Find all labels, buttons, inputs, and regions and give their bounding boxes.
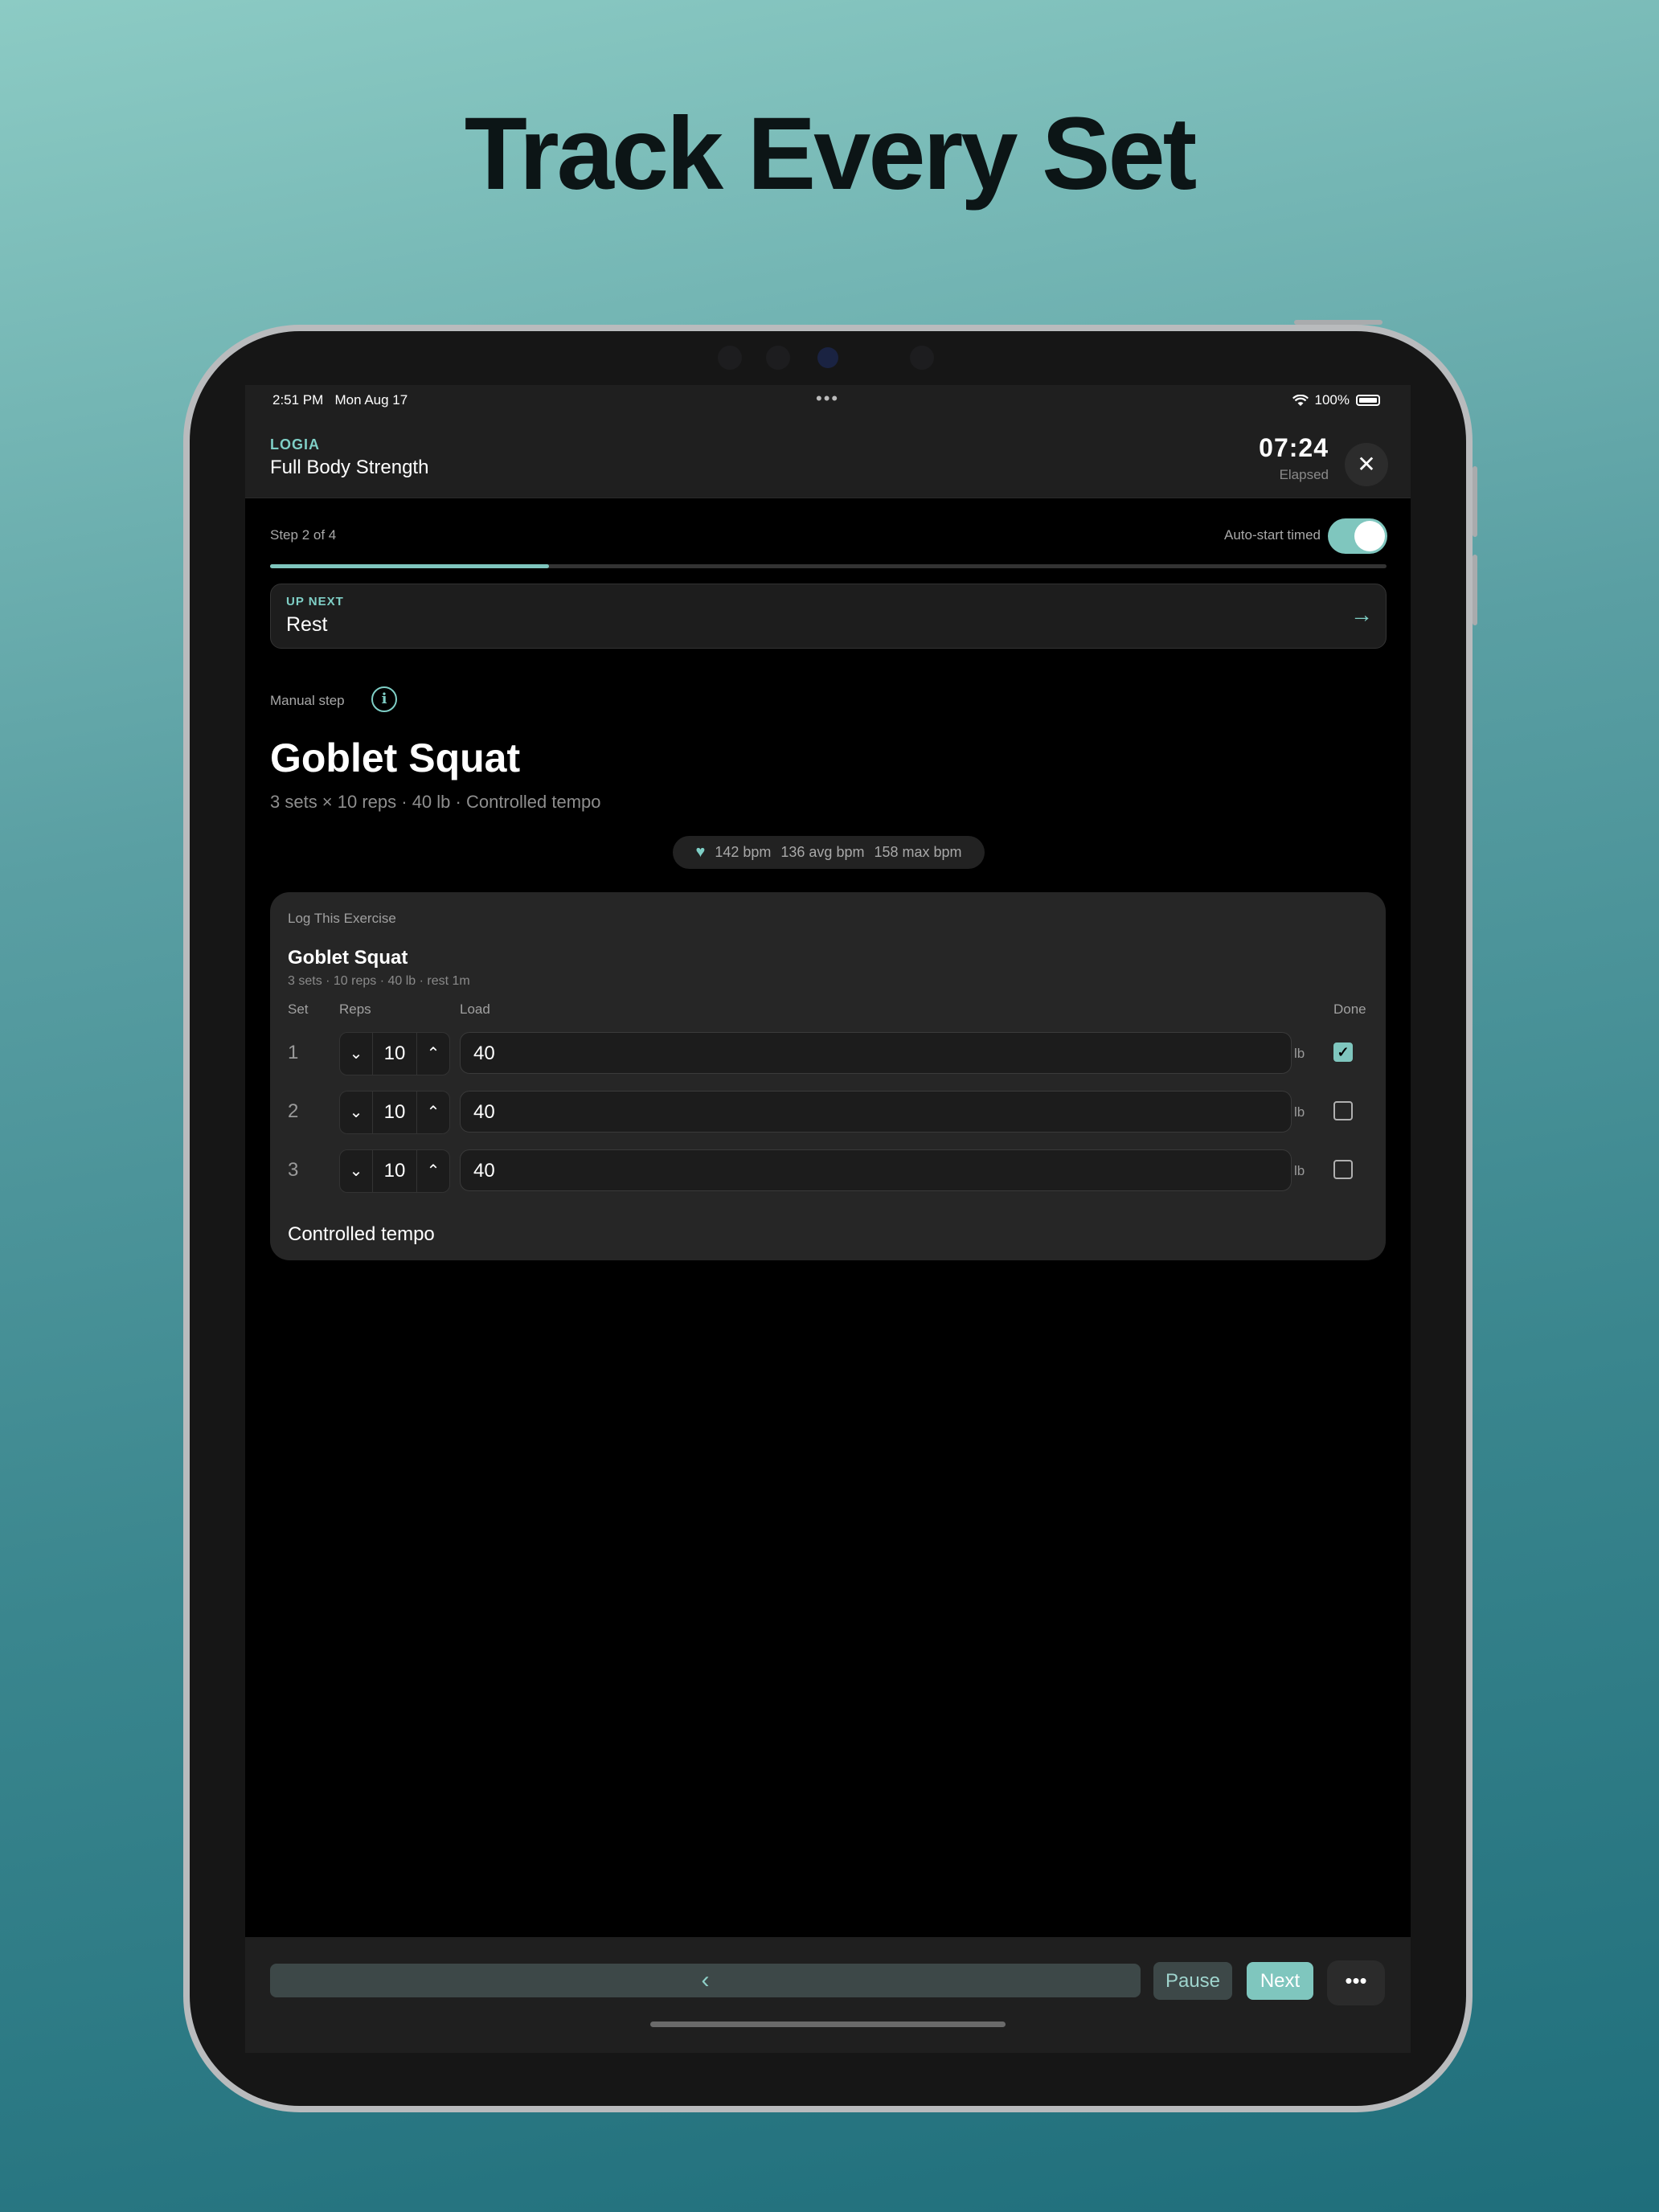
set-row: 1 ⌄ 10 ⌃ 40 lb ✓ bbox=[270, 1032, 1386, 1077]
done-checkbox[interactable] bbox=[1333, 1160, 1353, 1179]
previous-step-button[interactable]: ‹ bbox=[270, 1964, 1141, 1997]
workout-header: LOGIA Full Body Strength 07:24 Elapsed ✕ bbox=[245, 417, 1411, 498]
increment-reps-button[interactable]: ⌃ bbox=[416, 1092, 449, 1133]
app-screen: 2:51 PM Mon Aug 17 ••• 100% LOGIA Full B… bbox=[245, 385, 1411, 2053]
close-button[interactable]: ✕ bbox=[1345, 443, 1388, 486]
sensor-dot bbox=[910, 346, 934, 370]
brand-label: LOGIA bbox=[270, 436, 320, 453]
set-number: 3 bbox=[288, 1159, 299, 1181]
more-button[interactable]: ••• bbox=[1327, 1960, 1385, 2005]
more-icon: ••• bbox=[1345, 1968, 1367, 1993]
heart-rate-pill: ♥ 142 bpm 136 avg bpm 158 max bpm bbox=[673, 836, 985, 869]
set-number: 2 bbox=[288, 1100, 299, 1122]
bottom-toolbar: ‹ Pause Next ••• bbox=[245, 1937, 1411, 2053]
hr-current: 142 bpm bbox=[715, 844, 772, 860]
column-header-load: Load bbox=[460, 1002, 490, 1017]
step-counter: Step 2 of 4 bbox=[270, 527, 337, 543]
chevron-down-icon: ⌄ bbox=[349, 1045, 363, 1063]
top-button bbox=[1294, 320, 1382, 325]
column-header-reps: Reps bbox=[339, 1002, 371, 1017]
chevron-up-icon: ⌃ bbox=[426, 1162, 440, 1180]
close-icon: ✕ bbox=[1357, 452, 1376, 477]
volume-up-button bbox=[1473, 466, 1477, 537]
log-exercise-card: Log This Exercise Goblet Squat 3 sets · … bbox=[270, 892, 1386, 1260]
workout-title: Full Body Strength bbox=[270, 457, 429, 478]
increment-reps-button[interactable]: ⌃ bbox=[416, 1150, 449, 1192]
progress-fill bbox=[270, 564, 550, 568]
reps-stepper: ⌄ 10 ⌃ bbox=[339, 1032, 450, 1075]
next-button[interactable]: Next bbox=[1247, 1962, 1313, 2000]
reps-stepper: ⌄ 10 ⌃ bbox=[339, 1149, 450, 1193]
load-unit: lb bbox=[1294, 1046, 1305, 1061]
toggle-knob bbox=[1354, 521, 1385, 551]
column-header-set: Set bbox=[288, 1002, 309, 1017]
chevron-up-icon: ⌃ bbox=[426, 1045, 440, 1063]
decrement-reps-button[interactable]: ⌄ bbox=[340, 1150, 373, 1192]
headline: Track Every Set bbox=[464, 96, 1198, 211]
reps-value[interactable]: 10 bbox=[372, 1033, 417, 1075]
log-exercise-meta: 3 sets · 10 reps · 40 lb · rest 1m bbox=[288, 974, 470, 988]
decrement-reps-button[interactable]: ⌄ bbox=[340, 1033, 373, 1075]
chevron-left-icon: ‹ bbox=[701, 1967, 710, 1993]
set-row: 2 ⌄ 10 ⌃ 40 lb bbox=[270, 1091, 1386, 1136]
chevron-up-icon: ⌃ bbox=[426, 1104, 440, 1121]
camera-lens bbox=[817, 347, 838, 368]
up-next-label: UP NEXT bbox=[286, 595, 344, 608]
exercise-subtitle: 3 sets × 10 reps · 40 lb · Controlled te… bbox=[270, 792, 601, 812]
auto-start-toggle[interactable] bbox=[1328, 518, 1387, 554]
pause-button[interactable]: Pause bbox=[1153, 1962, 1232, 2000]
elapsed-timer: 07:24 bbox=[1259, 433, 1329, 462]
done-checkbox[interactable]: ✓ bbox=[1333, 1043, 1353, 1062]
wifi-icon bbox=[1292, 394, 1309, 406]
auto-start-label: Auto-start timed bbox=[1224, 527, 1321, 543]
column-header-done: Done bbox=[1333, 1002, 1366, 1017]
up-next-value: Rest bbox=[286, 613, 328, 636]
step-type-label: Manual step bbox=[270, 693, 345, 708]
done-checkbox[interactable] bbox=[1333, 1101, 1353, 1120]
exercise-notes: Controlled tempo bbox=[288, 1223, 435, 1245]
heart-icon: ♥ bbox=[695, 843, 706, 861]
hr-average: 136 avg bpm bbox=[780, 844, 865, 860]
status-right: 100% bbox=[1292, 392, 1380, 408]
set-row: 3 ⌄ 10 ⌃ 40 lb bbox=[270, 1149, 1386, 1194]
load-input[interactable]: 40 bbox=[460, 1091, 1292, 1133]
set-number: 1 bbox=[288, 1042, 299, 1063]
chevron-down-icon: ⌄ bbox=[349, 1162, 363, 1180]
checkmark-icon: ✓ bbox=[1337, 1044, 1350, 1060]
info-icon[interactable]: i bbox=[371, 686, 397, 712]
battery-icon bbox=[1356, 395, 1380, 406]
up-next-card[interactable]: UP NEXT Rest → bbox=[270, 584, 1387, 649]
reps-value[interactable]: 10 bbox=[372, 1150, 417, 1192]
status-time: 2:51 PM Mon Aug 17 bbox=[272, 392, 408, 408]
home-indicator[interactable] bbox=[650, 2022, 1006, 2027]
load-input[interactable]: 40 bbox=[460, 1149, 1292, 1191]
reps-stepper: ⌄ 10 ⌃ bbox=[339, 1091, 450, 1134]
load-unit: lb bbox=[1294, 1104, 1305, 1120]
elapsed-label: Elapsed bbox=[1279, 467, 1329, 482]
sensor-dot bbox=[718, 346, 742, 370]
status-bar: 2:51 PM Mon Aug 17 ••• 100% bbox=[245, 385, 1411, 417]
hr-max: 158 max bpm bbox=[874, 844, 962, 860]
increment-reps-button[interactable]: ⌃ bbox=[416, 1033, 449, 1075]
reps-value[interactable]: 10 bbox=[372, 1092, 417, 1133]
workout-progress-bar bbox=[270, 564, 1387, 568]
volume-down-button bbox=[1473, 555, 1477, 625]
chevron-down-icon: ⌄ bbox=[349, 1104, 363, 1121]
arrow-right-icon: → bbox=[1350, 602, 1373, 627]
log-card-label: Log This Exercise bbox=[288, 911, 396, 926]
decrement-reps-button[interactable]: ⌄ bbox=[340, 1092, 373, 1133]
log-exercise-name: Goblet Squat bbox=[288, 947, 408, 969]
sensor-dot bbox=[766, 346, 790, 370]
load-input[interactable]: 40 bbox=[460, 1032, 1292, 1074]
load-unit: lb bbox=[1294, 1163, 1305, 1178]
battery-percent: 100% bbox=[1314, 392, 1350, 408]
multitask-dots-icon[interactable]: ••• bbox=[816, 388, 839, 409]
exercise-title: Goblet Squat bbox=[270, 735, 521, 780]
